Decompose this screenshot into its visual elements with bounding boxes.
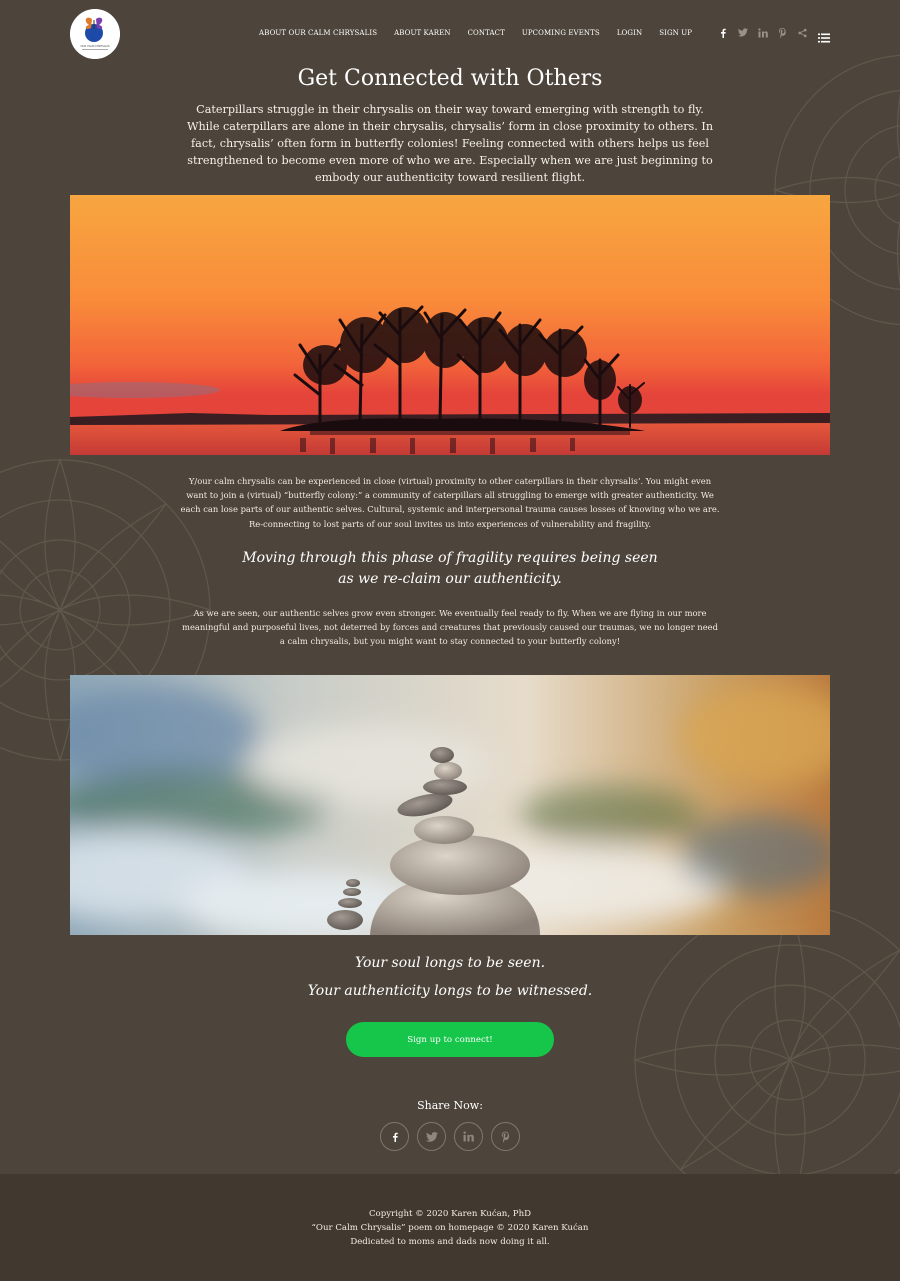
facebook-icon[interactable] bbox=[717, 27, 728, 38]
sunset-lake-image bbox=[70, 195, 830, 455]
closing-line-1: Your soul longs to be seen. bbox=[354, 955, 546, 971]
nav-about-karen[interactable]: ABOUT KAREN bbox=[394, 29, 450, 37]
fragility-quote: Moving through this phase of fragility r… bbox=[180, 548, 720, 590]
share-buttons bbox=[380, 1122, 528, 1151]
footer-dedication: Dedicated to moms and dads now doing it … bbox=[350, 1237, 550, 1247]
share-linkedin-icon[interactable] bbox=[454, 1122, 483, 1151]
page-title: Get Connected with Others bbox=[297, 66, 603, 91]
intro-paragraph: Caterpillars struggle in their chrysalis… bbox=[186, 103, 714, 184]
main-navigation: ABOUT OUR CALM CHRYSALIS ABOUT KAREN CON… bbox=[242, 27, 830, 42]
butterfly-logo-icon: OUR CALM CHRYSALIS bbox=[70, 9, 120, 59]
nav-sign-up[interactable]: SIGN UP bbox=[659, 29, 692, 37]
share-icon[interactable] bbox=[797, 27, 808, 38]
share-now-label: Share Now: bbox=[417, 1099, 483, 1112]
nav-contact[interactable]: CONTACT bbox=[468, 29, 505, 37]
share-facebook-icon[interactable] bbox=[380, 1122, 409, 1151]
site-header: OUR CALM CHRYSALIS ABOUT OUR CALM CHRYSA… bbox=[0, 0, 900, 68]
pinterest-icon[interactable] bbox=[777, 27, 788, 38]
logo-text: OUR CALM CHRYSALIS bbox=[81, 44, 110, 48]
nav-about-our-calm-chrysalis[interactable]: ABOUT OUR CALM CHRYSALIS bbox=[259, 29, 377, 37]
twitter-icon[interactable] bbox=[737, 27, 748, 38]
nav-upcoming-events[interactable]: UPCOMING EVENTS bbox=[522, 29, 600, 37]
site-logo[interactable]: OUR CALM CHRYSALIS bbox=[70, 9, 120, 59]
footer-poem-credit: “Our Calm Chrysalis” poem on homepage © … bbox=[311, 1223, 589, 1233]
footer-text: Copyright © 2020 Karen Kućan, PhD “Our C… bbox=[0, 1207, 900, 1249]
quote-line-2: as we re-claim our authenticity. bbox=[338, 571, 562, 587]
header-social-links bbox=[708, 27, 830, 42]
sign-up-to-connect-button[interactable]: Sign up to connect! bbox=[346, 1022, 554, 1057]
closing-line-2: Your authenticity longs to be witnessed. bbox=[307, 983, 593, 999]
flying-paragraph: As we are seen, our authentic selves gro… bbox=[182, 608, 718, 647]
linkedin-icon[interactable] bbox=[757, 27, 768, 38]
colony-paragraph: Y/our calm chrysalis can be experienced … bbox=[180, 476, 720, 529]
share-twitter-icon[interactable] bbox=[417, 1122, 446, 1151]
quote-line-1: Moving through this phase of fragility r… bbox=[242, 550, 658, 566]
nav-login[interactable]: LOGIN bbox=[617, 29, 642, 37]
share-pinterest-icon[interactable] bbox=[491, 1122, 520, 1151]
stacked-stones-image bbox=[70, 675, 830, 935]
footer-copyright: Copyright © 2020 Karen Kućan, PhD bbox=[368, 1209, 532, 1219]
list-menu-icon[interactable] bbox=[818, 28, 830, 42]
